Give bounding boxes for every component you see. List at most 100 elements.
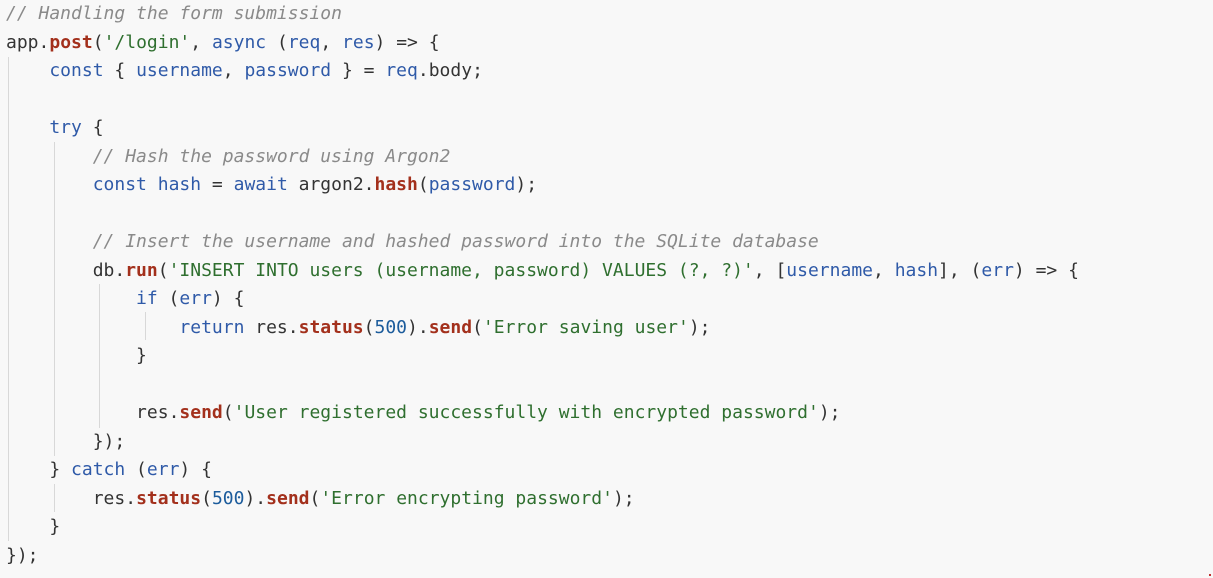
- code-line: }: [6, 342, 147, 371]
- code-token: async: [211, 31, 267, 53]
- code-token: .: [287, 316, 299, 338]
- code-token: 500: [211, 487, 245, 509]
- code-token: (: [417, 174, 429, 195]
- code-token: ,: [190, 31, 212, 53]
- code-token: {: [103, 60, 137, 81]
- code-token: .: [38, 31, 50, 53]
- code-token: 'User registered successfully with encry…: [233, 402, 819, 423]
- code-token: const: [6, 174, 147, 195]
- code-token: ) => {: [1013, 259, 1079, 281]
- code-token: .: [363, 174, 375, 195]
- code-token: ) {: [211, 288, 245, 309]
- code-line: // Insert the username and hashed passwo…: [6, 228, 819, 257]
- code-token: password: [244, 60, 332, 81]
- code-token: } =: [331, 60, 386, 81]
- code-token: );: [818, 402, 841, 423]
- code-token: // Hash the password using Argon2: [6, 145, 451, 167]
- code-token: {: [81, 117, 104, 138]
- code-line: const hash = await argon2.hash(password)…: [6, 171, 537, 200]
- code-token: argon2: [287, 174, 364, 195]
- code-token: return: [6, 316, 245, 338]
- code-token: ,: [320, 31, 343, 53]
- code-token: =: [201, 174, 234, 195]
- code-line: res.send('User registered successfully w…: [6, 399, 841, 428]
- code-line: }: [6, 513, 60, 542]
- code-token: ) {: [179, 459, 212, 480]
- code-token: catch: [71, 459, 126, 480]
- code-token: if: [6, 288, 158, 309]
- code-token: status: [298, 316, 364, 338]
- code-editor[interactable]: // Handling the form submission app.post(…: [0, 0, 1213, 578]
- code-token: 'INSERT INTO users (username, password) …: [168, 259, 754, 281]
- code-line: db.run('INSERT INTO users (username, pas…: [6, 257, 1079, 286]
- code-token: );: [515, 174, 538, 195]
- code-token: // Insert the username and hashed passwo…: [6, 231, 819, 252]
- code-line: if (err) {: [6, 285, 244, 314]
- code-token: body: [428, 60, 473, 81]
- code-token: app: [6, 31, 39, 53]
- code-token: });: [6, 430, 126, 452]
- code-token: ).: [407, 316, 429, 338]
- code-token: (: [157, 259, 169, 281]
- code-token: password: [428, 174, 516, 195]
- code-token: username: [786, 259, 873, 281]
- code-token: send: [179, 402, 223, 423]
- code-token: // Handling the form submission: [6, 3, 342, 24]
- code-token: ).: [244, 487, 267, 509]
- code-token: db: [6, 259, 115, 281]
- code-token: req: [287, 31, 321, 53]
- code-token: (: [363, 316, 375, 338]
- code-token: const: [6, 60, 104, 81]
- code-token: (: [92, 31, 104, 53]
- code-token: 'Error encrypting password': [320, 487, 613, 509]
- code-token: (: [157, 288, 180, 309]
- code-token: res: [6, 402, 169, 423]
- code-line: });: [6, 428, 126, 457]
- code-token: send: [428, 316, 473, 338]
- code-token: , [: [753, 259, 787, 281]
- code-line: const { username, password } = req.body;: [6, 57, 483, 86]
- code-token: .: [417, 60, 429, 81]
- code-token: err: [146, 459, 180, 480]
- code-token: ;: [472, 60, 483, 81]
- code-line: // Hash the password using Argon2: [6, 143, 451, 172]
- code-line: return res.status(500).send('Error savin…: [6, 314, 711, 343]
- code-token: (: [222, 402, 234, 423]
- code-token: (: [266, 31, 288, 53]
- code-token: (: [201, 487, 212, 509]
- code-token: ,: [873, 259, 895, 281]
- code-token: });: [6, 544, 39, 566]
- code-token: res: [6, 487, 126, 509]
- scroll-marker: [1209, 574, 1211, 576]
- code-token: 500: [374, 316, 408, 338]
- code-token: req: [385, 60, 418, 81]
- code-line: app.post('/login', async (req, res) => {: [6, 29, 440, 58]
- code-line: } catch (err) {: [6, 456, 212, 485]
- code-token: hash: [157, 174, 202, 195]
- code-token: }: [6, 345, 147, 366]
- code-token: post: [49, 31, 93, 53]
- code-token: hash: [894, 259, 939, 281]
- code-token: ,: [222, 60, 245, 81]
- code-token: }: [6, 516, 61, 537]
- code-token: (: [309, 487, 321, 509]
- code-token: );: [688, 316, 711, 338]
- code-token: run: [125, 259, 158, 281]
- code-line: try {: [6, 114, 104, 143]
- code-token: err: [179, 288, 212, 309]
- code-token: send: [266, 487, 310, 509]
- code-token: hash: [374, 174, 418, 195]
- code-token: ], (: [938, 259, 982, 281]
- code-token: .: [168, 402, 180, 423]
- code-token: .: [114, 259, 126, 281]
- code-line: // Handling the form submission: [6, 0, 342, 29]
- code-token: await: [233, 174, 288, 195]
- code-token: res: [244, 316, 288, 338]
- code-token: }: [6, 459, 72, 480]
- code-token: (: [472, 316, 483, 338]
- code-token: .: [125, 487, 137, 509]
- code-token: );: [612, 487, 635, 509]
- code-token: try: [6, 117, 82, 138]
- code-token: username: [136, 60, 223, 81]
